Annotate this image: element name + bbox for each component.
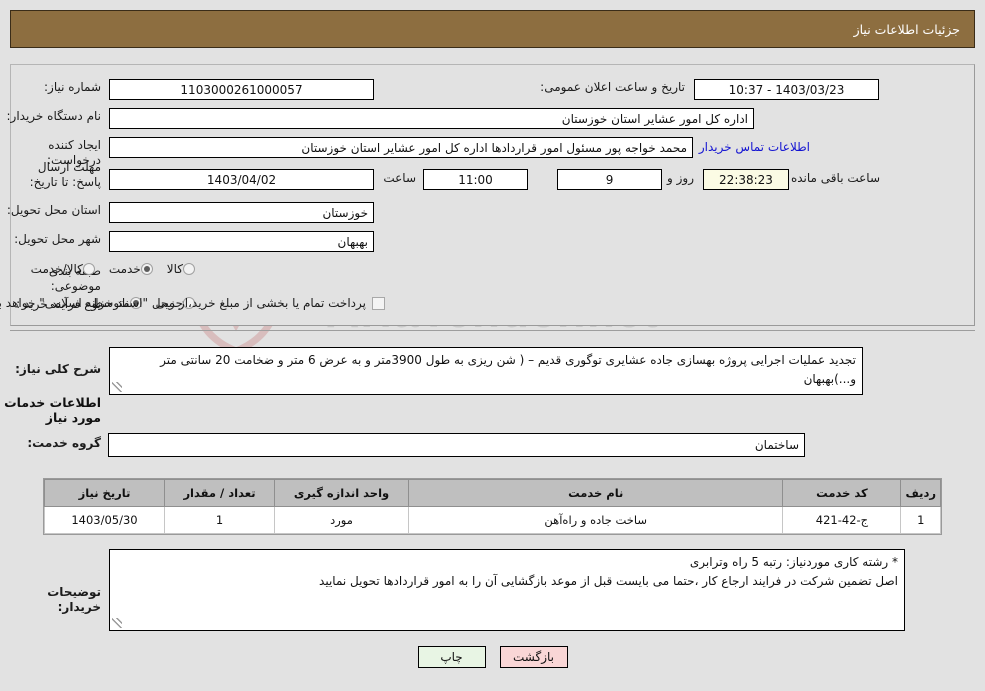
buyer-org-label: نام دستگاه خریدار: xyxy=(6,109,102,123)
deadline-time-label: ساعت xyxy=(383,171,416,185)
buyer-notes-label-wrap: توضیحات خریدار: xyxy=(0,585,101,615)
category-radio-kala-khedmat[interactable] xyxy=(82,263,95,275)
delivery-city-label: شهر محل تحویل: xyxy=(14,232,101,246)
description-label-wrap: شرح کلی نیاز: xyxy=(15,362,101,377)
delivery-province-label: استان محل تحویل: xyxy=(6,203,101,217)
col-header-need-date: تاریخ نیاز xyxy=(44,479,165,507)
deadline-days: 9 xyxy=(557,169,662,190)
services-section-heading: اطلاعات خدمات مورد نیاز xyxy=(4,395,101,425)
cell-radif: 1 xyxy=(900,506,941,534)
deadline-countdown: 22:38:23 xyxy=(703,169,789,190)
description-textarea[interactable]: تجدید عملیات اجرایی پروژه بهسازی جاده عش… xyxy=(109,347,863,395)
delivery-province-value: خوزستان xyxy=(109,202,374,223)
delivery-province-label-wrap: استان محل تحویل: xyxy=(7,203,101,218)
col-header-unit: واحد اندازه گیری xyxy=(274,479,409,507)
buyer-notes-label: توضیحات خریدار: xyxy=(47,585,101,614)
print-button[interactable]: چاپ xyxy=(417,646,486,668)
announce-datetime-label: تاریخ و ساعت اعلان عمومی: xyxy=(540,80,685,94)
delivery-city-value: بهبهان xyxy=(109,231,374,252)
need-number-value: 1103000261000057 xyxy=(109,79,374,100)
cell-code: ج-42-421 xyxy=(782,506,902,534)
deadline-days-label: روز و xyxy=(667,171,694,185)
deadline-date: 1403/04/02 xyxy=(109,169,374,190)
deadline-label: مهلت ارسال پاسخ: تا تاریخ: xyxy=(29,160,101,189)
deadline-label-wrap: مهلت ارسال پاسخ: تا تاریخ: xyxy=(6,160,101,190)
deadline-countdown-label: ساعت باقی مانده xyxy=(790,171,880,185)
buyer-notes-textarea[interactable]: * رشته کاری موردنیاز: رتبه 5 راه وترابری… xyxy=(109,549,905,631)
table-header-row: ردیف کد خدمت نام خدمت واحد اندازه گیری ت… xyxy=(44,479,941,507)
category-option-label-1[interactable]: خدمت xyxy=(109,262,141,276)
cell-unit: مورد xyxy=(274,506,409,534)
need-number-row: شماره نیاز: xyxy=(44,80,101,95)
treasury-bond-checkbox-label[interactable]: پرداخت تمام یا بخشی از مبلغ خرید،از محل … xyxy=(0,296,366,310)
category-option-label-2[interactable]: کالا/خدمت xyxy=(31,262,83,276)
cell-need-date: 1403/05/30 xyxy=(44,506,165,534)
treasury-bond-checkbox[interactable] xyxy=(372,296,385,310)
requester-value: محمد خواجه پور مسئول امور قراردادها ادار… xyxy=(109,137,693,158)
deadline-time: 11:00 xyxy=(423,169,528,190)
announce-datetime-value: 1403/03/23 - 10:37 xyxy=(694,79,879,100)
services-table: ردیف کد خدمت نام خدمت واحد اندازه گیری ت… xyxy=(44,479,941,534)
services-table-wrap: ردیف کد خدمت نام خدمت واحد اندازه گیری ت… xyxy=(43,478,942,535)
buyer-org-label-wrap: نام دستگاه خریدار: xyxy=(7,109,102,124)
table-row: 1 ج-42-421 ساخت جاده و راه‌آهن مورد 1 14… xyxy=(44,506,941,534)
divider-1 xyxy=(10,330,975,331)
col-header-quantity: تعداد / مقدار xyxy=(164,479,275,507)
buyer-org-value: اداره کل امور عشایر استان خوزستان xyxy=(109,108,754,129)
description-label: شرح کلی نیاز: xyxy=(15,362,101,376)
category-radio-kala[interactable] xyxy=(183,263,195,275)
need-info-panel xyxy=(10,64,975,326)
service-group-value: ساختمان xyxy=(108,433,805,457)
col-header-radif: ردیف xyxy=(900,479,941,507)
announce-datetime-label-wrap: تاریخ و ساعت اعلان عمومی: xyxy=(540,80,685,95)
service-group-label-wrap: گروه خدمت: xyxy=(27,436,101,451)
cell-quantity: 1 xyxy=(164,506,275,534)
treasury-bond-checkbox-row[interactable]: پرداخت تمام یا بخشی از مبلغ خرید،از محل … xyxy=(0,296,385,310)
cell-name: ساخت جاده و راه‌آهن xyxy=(407,506,784,534)
window-title-bar: جزئیات اطلاعات نیاز xyxy=(10,10,975,48)
back-button[interactable]: بازگشت xyxy=(499,646,568,668)
need-number-label: شماره نیاز: xyxy=(44,80,101,94)
col-header-code: کد خدمت xyxy=(782,479,902,507)
category-radio-khedmat[interactable] xyxy=(140,263,153,275)
page-title: جزئیات اطلاعات نیاز xyxy=(853,21,960,37)
category-radio-group: کالا خدمت کالا/خدمت xyxy=(17,262,195,276)
category-option-label-0[interactable]: کالا xyxy=(167,262,183,276)
service-group-label: گروه خدمت: xyxy=(27,436,101,450)
col-header-name: نام خدمت xyxy=(407,479,784,507)
buyer-contact-link[interactable]: اطلاعات تماس خریدار xyxy=(699,140,810,154)
page-root: AriaTender.net جزئیات اطلاعات نیاز شماره… xyxy=(0,0,985,691)
action-button-bar: بازگشت چاپ xyxy=(0,646,985,668)
delivery-city-label-wrap: شهر محل تحویل: xyxy=(14,232,101,247)
